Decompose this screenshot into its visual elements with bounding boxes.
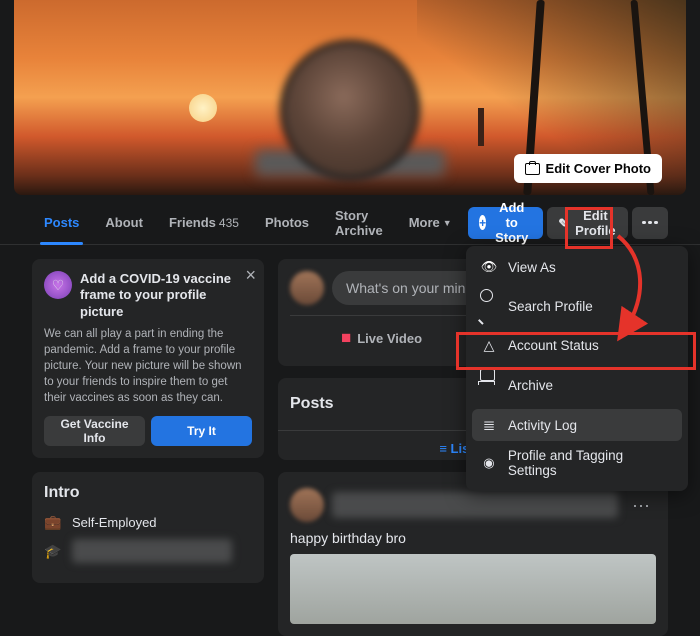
vaccine-icon: ♡ (44, 271, 72, 299)
try-it-button[interactable]: Try It (151, 416, 252, 446)
list-icon: ≡ (439, 441, 450, 456)
profile-avatar[interactable] (280, 40, 420, 180)
tab-posts[interactable]: Posts (32, 201, 91, 245)
overflow-menu: View As Search Profile Account Status Ar… (466, 246, 688, 491)
education-icon: 🎓 (44, 543, 62, 560)
search-icon (480, 289, 498, 323)
eye-icon (480, 259, 498, 275)
get-vaccine-info-button[interactable]: Get Vaccine Info (44, 416, 145, 446)
live-video-button[interactable]: ■Live Video (290, 322, 473, 354)
menu-item-archive[interactable]: Archive (472, 361, 682, 409)
covid-title: Add a COVID-19 vaccine frame to your pro… (80, 271, 252, 320)
user-icon (480, 455, 498, 471)
profile-tabs: Posts About Friends435 Photos Story Arch… (0, 201, 700, 245)
chevron-down-icon: ▼ (443, 218, 452, 228)
briefcase-icon: 💼 (44, 514, 62, 531)
menu-item-search-profile[interactable]: Search Profile (472, 282, 682, 330)
more-options-button[interactable] (632, 207, 668, 239)
edit-cover-photo-button[interactable]: Edit Cover Photo (514, 154, 662, 183)
composer-avatar[interactable] (290, 271, 324, 305)
edit-profile-button[interactable]: Edit Profile (547, 207, 627, 239)
intro-education (72, 539, 232, 563)
plus-icon: + (479, 215, 487, 230)
close-icon[interactable]: × (245, 265, 256, 286)
menu-item-account-status[interactable]: Account Status (472, 330, 682, 361)
menu-item-profile-tagging[interactable]: Profile and Tagging Settings (472, 441, 682, 485)
intro-title: Intro (44, 484, 252, 502)
ellipsis-icon (642, 221, 658, 225)
warning-icon (480, 337, 498, 354)
post-author-meta (332, 492, 618, 518)
add-to-story-button[interactable]: + Add to Story (468, 207, 543, 239)
edit-cover-label: Edit Cover Photo (546, 161, 651, 176)
posts-title: Posts (290, 395, 334, 413)
video-icon: ■ (341, 328, 351, 348)
post-text: happy birthday bro (290, 530, 656, 554)
tab-more[interactable]: More▼ (397, 201, 464, 245)
menu-item-activity-log[interactable]: Activity Log (472, 409, 682, 441)
tab-friends[interactable]: Friends435 (157, 201, 251, 245)
tab-story-archive[interactable]: Story Archive (323, 201, 395, 245)
tab-photos[interactable]: Photos (253, 201, 321, 245)
post-more-button[interactable]: ··· (626, 495, 656, 516)
intro-card: Intro 💼 Self-Employed 🎓 (32, 472, 264, 583)
covid-frame-card: × ♡ Add a COVID-19 vaccine frame to your… (32, 259, 264, 458)
tab-about[interactable]: About (93, 201, 155, 245)
post: ··· happy birthday bro (278, 472, 668, 636)
intro-work: Self-Employed (72, 515, 157, 530)
archive-icon (480, 368, 498, 402)
list-icon (480, 416, 498, 434)
covid-body: We can all play a part in ending the pan… (44, 326, 252, 406)
camera-icon (525, 163, 540, 175)
pencil-icon (558, 216, 569, 229)
post-author-avatar[interactable] (290, 488, 324, 522)
menu-item-view-as[interactable]: View As (472, 252, 682, 282)
post-image[interactable] (290, 554, 656, 624)
